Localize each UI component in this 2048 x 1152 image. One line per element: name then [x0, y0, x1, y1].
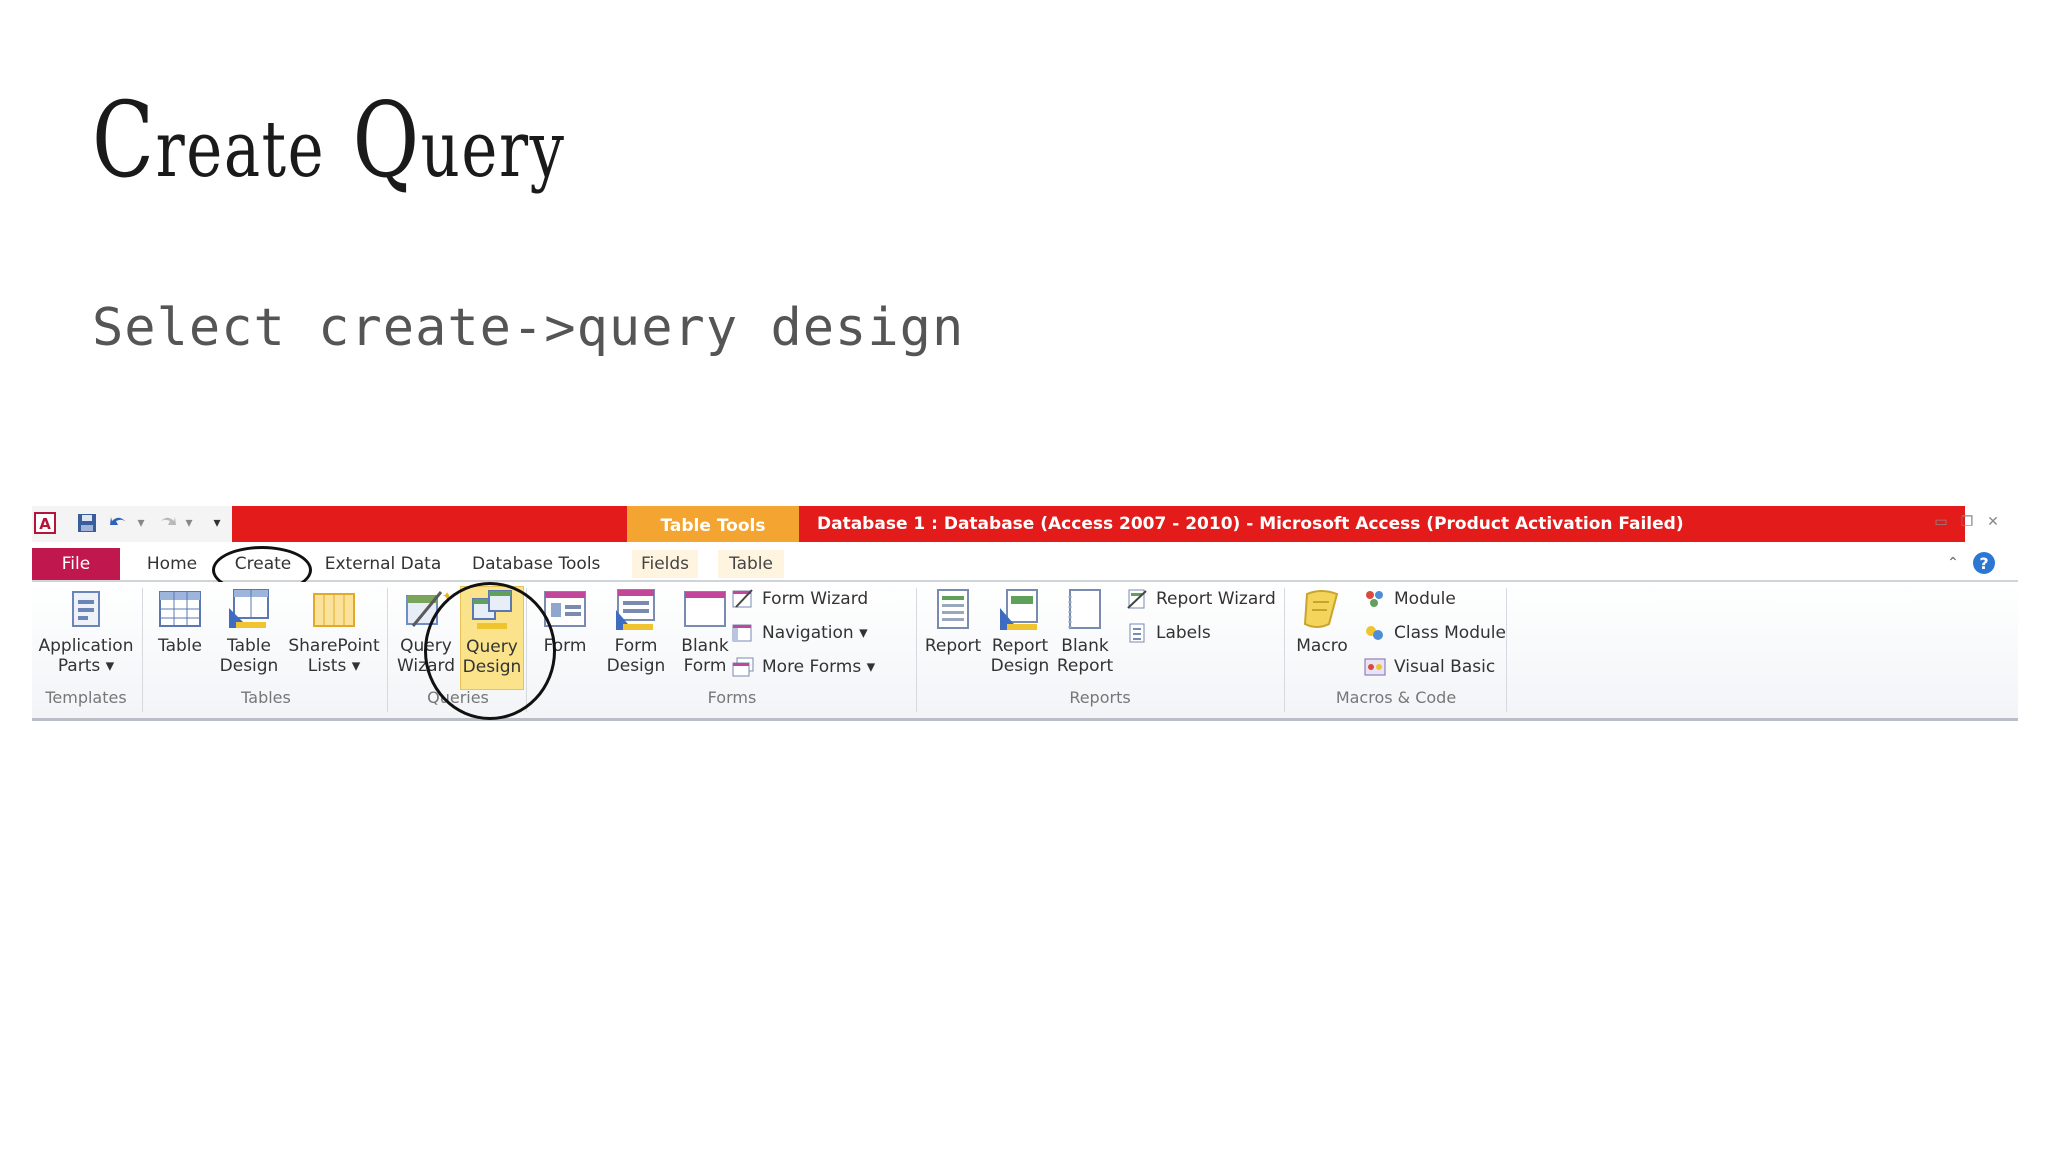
- group-separator: [1284, 588, 1285, 712]
- form-button[interactable]: Form: [532, 588, 598, 656]
- group-label-forms: Forms: [707, 688, 757, 707]
- blank-form-icon: [684, 591, 726, 627]
- access-logo-icon: A: [34, 512, 56, 534]
- sharepoint-lists-button[interactable]: SharePoint Lists ▾: [286, 588, 382, 676]
- group-separator: [387, 588, 388, 712]
- access-window: A ▾ ▾ ▾ Table Tools Database 1 : Databas…: [32, 506, 2018, 724]
- application-parts-button[interactable]: Application Parts ▾: [38, 588, 134, 676]
- redo-icon: [160, 517, 176, 525]
- slide-title: Create Query: [92, 79, 566, 201]
- svg-text:A: A: [39, 515, 51, 533]
- svg-text:?: ?: [1979, 554, 1988, 573]
- collapse-ribbon-icon[interactable]: ⌃: [1944, 555, 1962, 571]
- form-wizard-icon: [732, 589, 753, 608]
- table-design-button[interactable]: Table Design: [214, 588, 284, 676]
- quick-access-toolbar: A ▾ ▾ ▾: [32, 506, 232, 542]
- group-label-templates: Templates: [45, 688, 127, 707]
- application-parts-icon: [72, 591, 100, 627]
- tab-table[interactable]: Table: [718, 550, 784, 578]
- help-icon[interactable]: ?: [1972, 551, 1996, 575]
- tab-file[interactable]: File: [32, 548, 120, 580]
- labels-button[interactable]: Labels: [1126, 620, 1211, 646]
- macro-button[interactable]: Macro: [1290, 588, 1354, 656]
- navigation-button[interactable]: Navigation ▾: [732, 620, 868, 646]
- report-wizard-icon: [1127, 589, 1147, 609]
- blank-report-button[interactable]: Blank Report: [1052, 588, 1118, 676]
- group-label-tables: Tables: [241, 688, 291, 707]
- report-button[interactable]: Report: [920, 588, 986, 656]
- minimize-icon[interactable]: ▭: [1932, 514, 1950, 530]
- title-bar: A ▾ ▾ ▾ Table Tools Database 1 : Databas…: [32, 506, 2018, 542]
- report-design-button[interactable]: Report Design: [986, 588, 1054, 676]
- report-design-icon: [1000, 589, 1038, 630]
- query-wizard-icon: ✦: [406, 589, 449, 627]
- form-wizard-button[interactable]: Form Wizard: [732, 586, 868, 612]
- navigation-icon: [732, 624, 752, 642]
- blank-report-icon: [1068, 589, 1101, 629]
- group-separator: [916, 588, 917, 712]
- group-label-macros-code: Macros & Code: [1335, 688, 1457, 707]
- report-wizard-button[interactable]: Report Wizard: [1126, 586, 1276, 612]
- macro-icon: [1303, 590, 1339, 628]
- customize-qat-icon[interactable]: ▾: [208, 515, 226, 531]
- table-design-icon: [229, 589, 269, 628]
- group-label-reports: Reports: [1069, 688, 1131, 707]
- query-design-button[interactable]: Query Design: [460, 586, 524, 690]
- redo-dropdown-icon: ▾: [185, 515, 193, 531]
- more-forms-icon: [732, 657, 754, 677]
- report-icon: [937, 589, 969, 629]
- group-separator: [142, 588, 143, 712]
- window-title: Database 1 : Database (Access 2007 - 201…: [817, 514, 1684, 534]
- table-icon: [159, 591, 201, 627]
- save-icon[interactable]: [76, 512, 98, 534]
- blank-form-button[interactable]: Blank Form: [672, 588, 738, 676]
- table-tools-context-label: Table Tools: [627, 506, 799, 542]
- query-wizard-button[interactable]: ✦ Query Wizard: [394, 588, 458, 676]
- module-button[interactable]: Module: [1364, 586, 1456, 612]
- form-design-button[interactable]: Form Design: [602, 588, 670, 676]
- ribbon-create: Application Parts ▾ Templates Table Tabl…: [32, 582, 2018, 721]
- tab-fields[interactable]: Fields: [632, 550, 698, 578]
- tab-database-tools[interactable]: Database Tools: [472, 550, 600, 578]
- visual-basic-button[interactable]: Visual Basic: [1364, 654, 1495, 680]
- module-icon: [1366, 591, 1383, 607]
- group-separator: [1506, 588, 1507, 712]
- more-forms-button[interactable]: More Forms ▾: [732, 654, 875, 680]
- tab-external-data[interactable]: External Data: [324, 550, 442, 578]
- sharepoint-lists-icon: [313, 593, 355, 627]
- form-icon: [544, 591, 586, 627]
- tab-create[interactable]: Create: [228, 550, 298, 578]
- labels-icon: [1129, 623, 1145, 643]
- undo-dropdown-icon[interactable]: ▾: [132, 515, 150, 531]
- tab-home[interactable]: Home: [142, 550, 202, 578]
- svg-text:✦: ✦: [442, 589, 449, 603]
- group-separator: [526, 588, 527, 712]
- form-design-icon: [616, 589, 655, 630]
- visual-basic-icon: [1364, 658, 1386, 676]
- close-icon[interactable]: ✕: [1984, 514, 2002, 530]
- undo-icon[interactable]: [108, 512, 130, 534]
- query-design-icon: [472, 590, 512, 629]
- group-label-queries: Queries: [427, 688, 489, 707]
- restore-icon[interactable]: ❐: [1958, 514, 1976, 530]
- class-module-icon: [1366, 626, 1383, 640]
- slide-subtitle: Select create->query design: [92, 298, 965, 358]
- ribbon-tabs: File Home Create External Data Database …: [32, 542, 2018, 582]
- class-module-button[interactable]: Class Module: [1364, 620, 1506, 646]
- table-button[interactable]: Table: [150, 588, 210, 656]
